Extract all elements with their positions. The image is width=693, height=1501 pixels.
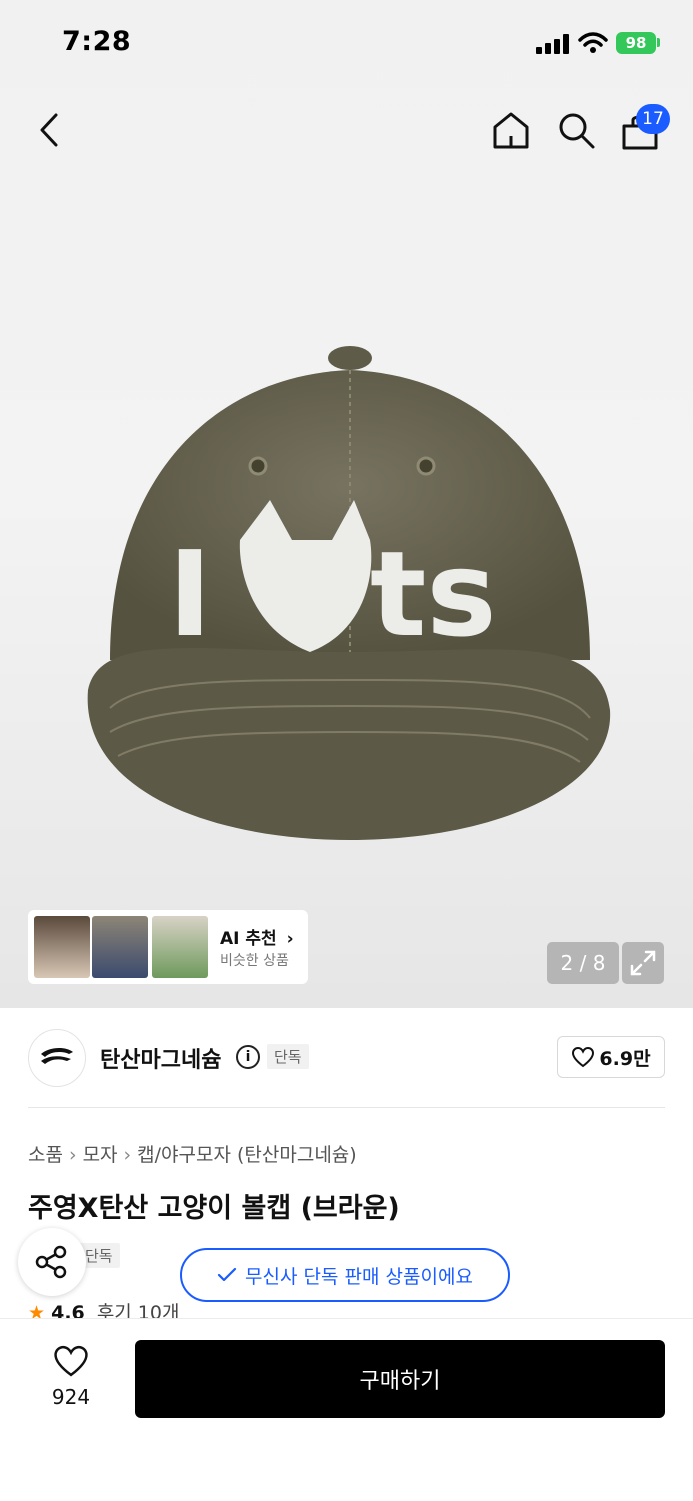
breadcrumb-item[interactable]: 캡/야구모자 (탄산마그네슘): [137, 1144, 357, 1166]
product-image-area[interactable]: I ts: [0, 0, 693, 1008]
chevron-right-icon: ›: [286, 929, 294, 949]
cart-count-badge: 17: [636, 104, 670, 134]
breadcrumb: 소품 › 모자 › 캡/야구모자 (탄산마그네슘): [28, 1140, 357, 1167]
back-arrow-icon[interactable]: [36, 112, 64, 148]
battery-indicator: 98: [616, 32, 656, 54]
ai-recommend-title[interactable]: AI 추천 ›: [220, 924, 294, 949]
ai-recommend-subtitle: 비슷한 상품: [220, 953, 289, 969]
thumbnail-2[interactable]: [92, 916, 148, 978]
breadcrumb-item[interactable]: 소품: [28, 1144, 63, 1166]
brand-like-count: 6.9만: [599, 1047, 651, 1070]
battery-tip: [657, 38, 660, 47]
gallery-page-indicator: 2 / 8: [547, 942, 619, 984]
chevron-right-icon: ›: [68, 1144, 77, 1166]
check-icon: [217, 1267, 237, 1282]
brand-like-button[interactable]: 6.9만: [557, 1036, 665, 1078]
share-button[interactable]: [18, 1228, 86, 1296]
home-icon[interactable]: [491, 110, 531, 150]
search-icon[interactable]: [556, 110, 596, 150]
thumbnail-3[interactable]: [152, 916, 208, 978]
brand-logo-icon: [41, 1048, 73, 1064]
brand-logo[interactable]: [28, 1029, 86, 1087]
product-title: 주영X탄산 고양이 볼캡 (브라운): [28, 1193, 400, 1224]
divider: [28, 1107, 665, 1108]
status-time: 7:28: [62, 26, 132, 57]
info-icon[interactable]: i: [236, 1045, 260, 1069]
thumbnail-1[interactable]: [34, 916, 90, 978]
expand-image-button[interactable]: [622, 942, 664, 984]
brand-name[interactable]: 탄산마그네슘: [100, 1042, 221, 1074]
exclusive-notice-pill[interactable]: 무신사 단독 판매 상품이에요: [180, 1248, 510, 1302]
svg-text:ts: ts: [370, 525, 497, 663]
product-cap-image: I ts: [87, 346, 611, 840]
cap-embroidery-text: I: [168, 525, 212, 663]
exclusive-notice-text: 무신사 단독 판매 상품이에요: [245, 1265, 473, 1288]
wifi-icon: [578, 32, 608, 53]
exclusive-tag: 단독: [267, 1044, 309, 1069]
heart-icon: [572, 1046, 595, 1068]
wishlist-count: 924: [51, 1385, 91, 1409]
buy-button[interactable]: 구매하기: [135, 1340, 665, 1418]
chevron-right-icon: ›: [123, 1144, 132, 1166]
expand-icon: [630, 950, 656, 976]
wishlist-heart-icon[interactable]: [52, 1344, 90, 1378]
share-icon: [35, 1245, 67, 1279]
signal-icon: [536, 34, 569, 54]
breadcrumb-item[interactable]: 모자: [83, 1144, 118, 1166]
